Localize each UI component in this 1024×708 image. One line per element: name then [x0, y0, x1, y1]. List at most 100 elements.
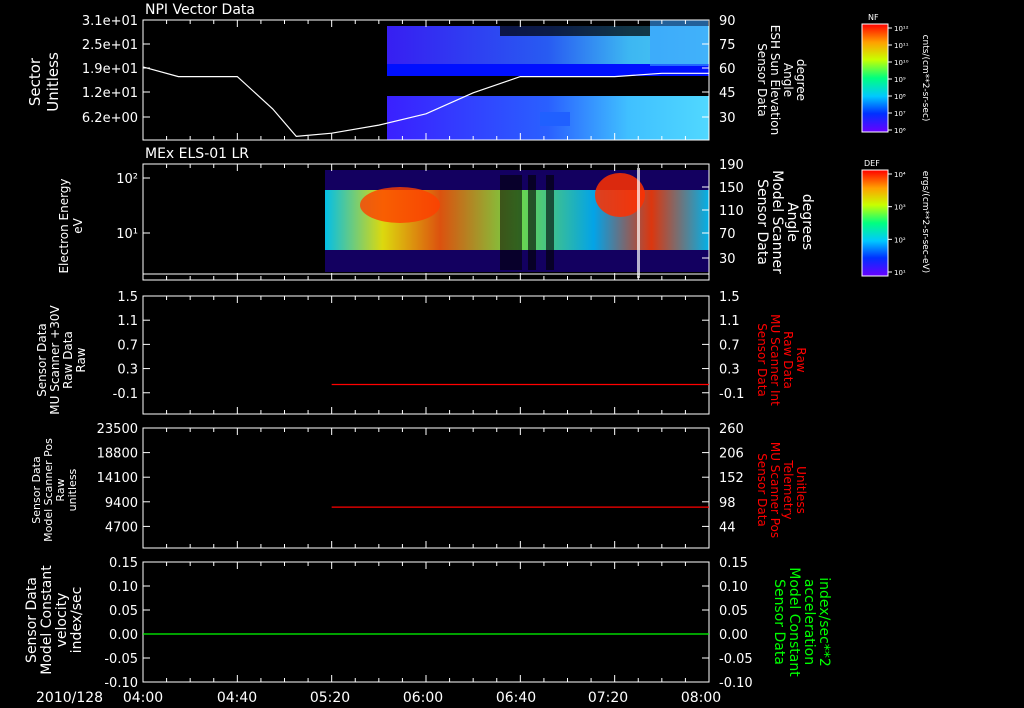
svg-text:ESH Sun Elevation: ESH Sun Elevation: [768, 25, 782, 135]
svg-text:Sensor Data: Sensor Data: [771, 579, 787, 665]
y-tick-label: 1.5: [117, 290, 138, 305]
colorbar-def-unit: ergs/(cm**2-sr-sec-eV): [920, 171, 930, 273]
y2-tick-label: 75: [719, 38, 736, 53]
y-tick-label: 9400: [105, 496, 138, 511]
y-tick-label: 3.1e+01: [82, 14, 138, 29]
svg-text:unitless: unitless: [66, 468, 79, 511]
y2-tick-label: 98: [719, 496, 736, 511]
y-tick-label: 0.7: [117, 338, 138, 353]
colorbar-tick-label: 10¹²: [894, 25, 909, 33]
svg-text:velocity: velocity: [54, 593, 70, 648]
svg-text:degree: degree: [794, 59, 808, 101]
y2-tick-label: 0.05: [719, 604, 748, 619]
time-tick-2: 05:20: [310, 690, 350, 706]
panel-els: MEx ELS-01 LR 10² 10¹ 190 150 110 70 30 Electr…: [57, 146, 815, 281]
time-tick-0: 04:00: [123, 690, 163, 706]
colorbar-tick-label: 10⁹: [894, 76, 906, 84]
y2-tick-label: 0.10: [719, 580, 748, 595]
y2-tick-label: 110: [719, 204, 744, 219]
plot-canvas: 2010/128 04:00 04:40 05:20 06:00 06:40 0…: [24, 2, 930, 706]
panel-els-ylabel: Electron Energy eV: [57, 178, 85, 273]
svg-text:Sensor Data: Sensor Data: [754, 179, 770, 265]
date-label: 2010/128: [36, 690, 103, 706]
y2-tick-label: 152: [719, 471, 744, 486]
svg-text:Sensor Data: Sensor Data: [755, 453, 769, 527]
panel-mu-30v-ylabel: Sensor Data MU Scanner +30V Raw Data Raw: [35, 305, 88, 415]
y2-tick-label: 1.5: [719, 290, 740, 305]
y-tick-label: 2.5e+01: [82, 38, 138, 53]
svg-text:MU Scanner Pos: MU Scanner Pos: [768, 442, 782, 538]
y-tick-label: 0.3: [117, 363, 138, 378]
y-tick-label: -0.10: [104, 676, 138, 691]
npi-heatmap: [387, 20, 709, 140]
svg-text:Telemetry: Telemetry: [781, 459, 795, 519]
colorbar-tick-label: 10⁶: [894, 127, 906, 135]
svg-text:Raw Data: Raw Data: [61, 331, 75, 389]
y2-tick-label: -0.05: [719, 652, 753, 667]
y-tick-label: 0.00: [109, 628, 138, 643]
time-tick-4: 06:40: [496, 690, 536, 706]
y-tick-label: 1.2e+01: [82, 86, 138, 101]
time-tick-1: 04:40: [217, 690, 257, 706]
svg-text:Raw: Raw: [74, 347, 88, 372]
y2-tick-label: 44: [719, 520, 736, 535]
y-tick-label: 0.05: [109, 604, 138, 619]
y2-tick-label: 70: [719, 227, 736, 242]
svg-text:Sensor Data: Sensor Data: [755, 43, 769, 117]
y2-tick-label: -0.1: [719, 387, 744, 402]
panel-mu-30v: 1.5 1.1 0.7 0.3 -0.1 1.5 1.1 0.7 0.3 -0.1 Sensor …: [35, 290, 808, 415]
colorbar-tick-label: 10¹: [894, 269, 906, 277]
y2-tick-label: 260: [719, 422, 744, 437]
y-tick-label: -0.1: [113, 387, 138, 402]
svg-text:Model Scanner: Model Scanner: [769, 170, 785, 274]
y2-tick-label: 1.1: [719, 314, 740, 329]
panel-frame: [142, 427, 710, 549]
panel-npi-y2label: Sensor Data ESH Sun Elevation Angle degr…: [755, 25, 808, 135]
svg-text:Angle: Angle: [781, 63, 795, 97]
y2-tick-label: 0.15: [719, 556, 748, 571]
svg-text:MU Scanner +30V: MU Scanner +30V: [48, 305, 62, 415]
y-tick-label: 0.10: [109, 580, 138, 595]
svg-text:index/sec: index/sec: [69, 587, 85, 654]
panel-npi-title: NPI Vector Data: [145, 2, 255, 18]
y2-tick-label: 206: [719, 447, 744, 462]
colorbar-tick-label: 10¹¹: [894, 42, 909, 50]
svg-text:Sensor Data: Sensor Data: [35, 323, 49, 397]
y-tick-label: 4700: [105, 520, 138, 535]
svg-text:Raw: Raw: [794, 347, 808, 372]
svg-text:Sensor Data: Sensor Data: [755, 323, 769, 397]
y-tick-label: 0.15: [109, 556, 138, 571]
svg-text:index/sec**2: index/sec**2: [816, 577, 832, 667]
y2-tick-label: 0.00: [719, 628, 748, 643]
y-tick-label: 14100: [97, 471, 138, 486]
svg-text:Electron Energy: Electron Energy: [57, 178, 71, 273]
panel-scanner-pos: 23500 18800 14100 9400 4700 260 206 152 98 44 Sen…: [30, 422, 808, 549]
time-tick-3: 06:00: [403, 690, 443, 706]
colorbar-def-label: DEF: [864, 159, 880, 168]
svg-text:Model Constant: Model Constant: [786, 567, 802, 677]
svg-text:Model Constant: Model Constant: [39, 565, 55, 675]
y2-tick-label: 30: [719, 111, 736, 126]
panel-scanner-pos-y2label: Sensor Data MU Scanner Pos Telemetry Uni…: [755, 442, 808, 538]
els-spectrogram: [325, 168, 709, 278]
panel-velocity-ylabel: Sensor Data Model Constant velocity inde…: [24, 565, 85, 675]
y-tick-label: 1.1: [117, 314, 138, 329]
svg-text:eV: eV: [71, 217, 85, 233]
panel-mu-30v-y2label: Sensor Data MU Scanner Int Raw Data Raw: [755, 314, 808, 406]
svg-text:Angle: Angle: [784, 202, 800, 242]
y2-tick-label: 190: [719, 158, 744, 173]
svg-text:degrees: degrees: [799, 194, 815, 250]
svg-text:Unitless: Unitless: [794, 466, 808, 514]
y-tick-label: 10²: [116, 172, 138, 187]
panel-els-y2label: Sensor Data Model Scanner Angle degrees: [754, 170, 815, 274]
panel-frame: [142, 561, 710, 683]
time-tick-6: 08:00: [681, 690, 721, 706]
colorbar-tick-label: 10²: [894, 236, 906, 244]
y2-tick-label: 30: [719, 252, 736, 267]
svg-text:Raw Data: Raw Data: [781, 331, 795, 389]
colorbar-nf-label: NF: [868, 13, 879, 22]
y-tick-label: 23500: [97, 422, 138, 437]
y2-tick-label: 0.7: [719, 338, 740, 353]
panel-frame: [142, 295, 710, 415]
svg-text:MU Scanner Int: MU Scanner Int: [768, 314, 782, 406]
